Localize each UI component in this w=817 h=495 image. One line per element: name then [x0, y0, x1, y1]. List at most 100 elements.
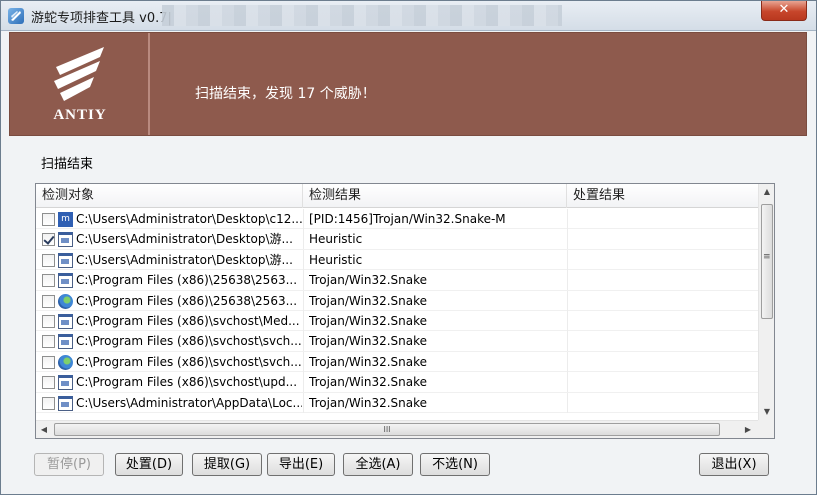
cell-action-result [572, 393, 758, 413]
column-divider [567, 229, 568, 250]
horizontal-scroll-thumb[interactable]: III [54, 423, 720, 436]
horizontal-scrollbar[interactable]: ◀ III ▶ [36, 420, 758, 438]
table-row[interactable]: C:\Program Files (x86)\25638\2563... Troj… [36, 270, 758, 291]
window-title: 游蛇专项排查工具 v0.7| [31, 11, 172, 26]
column-divider [567, 392, 568, 413]
column-divider [567, 290, 568, 311]
row-checkbox[interactable] [42, 233, 55, 247]
scroll-left-icon[interactable]: ◀ [36, 421, 52, 439]
vertical-scroll-thumb[interactable] [761, 204, 773, 319]
cell-detection-result: Trojan/Win32.Snake [309, 354, 428, 369]
scroll-right-icon[interactable]: ▶ [740, 421, 756, 439]
column-divider [303, 351, 304, 372]
row-checkbox[interactable] [42, 253, 55, 267]
row-checkbox[interactable] [42, 376, 55, 390]
handle-button[interactable]: 处置(D) [115, 453, 183, 476]
column-header-object[interactable]: 检测对象 [36, 184, 303, 208]
exe-icon [58, 334, 73, 350]
cell-detection-result: Trojan/Win32.Snake [309, 293, 428, 308]
table-row[interactable]: C:\Users\Administrator\Desktop\游... Heuri… [36, 229, 758, 250]
cell-action-result [572, 352, 758, 372]
cell-object-path: C:\Program Files (x86)\svchost\svch... [76, 354, 302, 369]
results-list[interactable]: 检测对象 检测结果 处置结果 m C:\Users\Administrator\D… [35, 183, 775, 439]
scroll-up-icon[interactable]: ▲ [759, 184, 775, 200]
column-divider [567, 270, 568, 291]
table-row[interactable]: C:\Program Files (x86)\svchost\Med... Tro… [36, 310, 758, 332]
cell-detection-result: Trojan/Win32.Snake [309, 334, 428, 349]
table-row[interactable]: C:\Program Files (x86)\svchost\upd... Tro… [36, 372, 758, 393]
cell-action-result [572, 311, 758, 331]
cell-object-path: C:\Program Files (x86)\svchost\Med... [76, 313, 300, 328]
exe-icon [58, 375, 73, 391]
close-button[interactable]: ✕ [761, 1, 807, 21]
table-row[interactable]: C:\Users\Administrator\AppData\Loc... Tro… [36, 392, 758, 413]
pause-button[interactable]: 暂停(P) [34, 453, 104, 476]
cell-detection-result: Trojan/Win32.Snake [309, 273, 428, 288]
table-row[interactable]: m C:\Users\Administrator\Desktop\c12... [P… [36, 209, 758, 230]
row-checkbox[interactable] [42, 274, 55, 288]
export-button[interactable]: 导出(E) [267, 453, 335, 476]
cell-object-path: C:\Users\Administrator\Desktop\c12... [76, 212, 302, 226]
globe-icon [58, 293, 73, 309]
row-checkbox[interactable] [42, 396, 55, 410]
cell-action-result [572, 291, 758, 311]
main-window: 游蛇专项排查工具 v0.7| ✕ ANTIY 扫描结束，发现 17 个威胁！ 扫… [0, 0, 817, 495]
column-header-action[interactable]: 处置结果 [567, 184, 758, 208]
cell-object-path: C:\Users\Administrator\Desktop\游... [76, 252, 293, 267]
column-divider [303, 249, 304, 270]
cell-detection-result: Trojan/Win32.Snake [309, 395, 428, 410]
logo-text: ANTIY [53, 107, 107, 123]
column-divider [303, 229, 304, 250]
column-divider [303, 310, 304, 331]
extract-button[interactable]: 提取(G) [192, 453, 262, 476]
row-checkbox[interactable] [42, 314, 55, 328]
section-label: 扫描结束 [41, 157, 94, 172]
cell-detection-result: [PID:1456]Trojan/Win32.Snake-M [309, 212, 506, 226]
column-divider [303, 209, 304, 229]
cell-action-result [572, 331, 758, 351]
column-divider [303, 331, 304, 352]
cell-object-path: C:\Program Files (x86)\svchost\upd... [76, 375, 298, 390]
cell-action-result [572, 372, 758, 392]
vertical-scrollbar[interactable]: ▲ ▼ [758, 184, 774, 420]
cell-detection-result: Trojan/Win32.Snake [309, 313, 428, 328]
row-checkbox[interactable] [42, 355, 55, 369]
exe-icon [58, 313, 73, 329]
table-row[interactable]: C:\Program Files (x86)\svchost\svch... Tr… [36, 331, 758, 352]
cell-object-path: C:\Users\Administrator\Desktop\游... [76, 232, 293, 247]
table-row[interactable]: C:\Program Files (x86)\svchost\svch... Tr… [36, 351, 758, 373]
cell-action-result [572, 250, 758, 270]
title-bar[interactable]: 游蛇专项排查工具 v0.7| ✕ [1, 1, 816, 31]
exit-button[interactable]: 退出(X) [699, 453, 769, 476]
redacted-title-region [162, 5, 562, 26]
row-checkbox[interactable] [42, 213, 55, 226]
cell-action-result [572, 270, 758, 290]
column-divider [567, 331, 568, 352]
m-file-icon: m [58, 212, 73, 227]
exe-icon [58, 273, 73, 289]
globe-icon [58, 354, 73, 370]
list-header: 检测对象 检测结果 处置结果 [36, 184, 758, 208]
banner: ANTIY 扫描结束，发现 17 个威胁！ [9, 32, 807, 136]
select-all-button[interactable]: 全选(A) [343, 453, 413, 476]
cell-detection-result: Trojan/Win32.Snake [309, 375, 428, 390]
exe-icon [58, 395, 73, 411]
column-header-result[interactable]: 检测结果 [303, 184, 567, 208]
exe-icon [58, 232, 73, 248]
select-none-button[interactable]: 不选(N) [420, 453, 490, 476]
row-checkbox[interactable] [42, 335, 55, 349]
cell-object-path: C:\Program Files (x86)\svchost\svch... [76, 334, 302, 349]
cell-action-result [572, 229, 758, 249]
cell-detection-result: Heuristic [309, 232, 363, 247]
column-divider [303, 270, 304, 291]
column-divider [567, 372, 568, 393]
table-row[interactable]: C:\Users\Administrator\Desktop\游... Heuri… [36, 249, 758, 271]
column-divider [567, 209, 568, 229]
table-row[interactable]: C:\Program Files (x86)\25638\2563... Troj… [36, 290, 758, 311]
cell-object-path: C:\Users\Administrator\AppData\Loc... [76, 395, 302, 410]
list-rows: m C:\Users\Administrator\Desktop\c12... [P… [36, 209, 758, 419]
column-divider [303, 372, 304, 393]
scroll-down-icon[interactable]: ▼ [759, 404, 775, 420]
row-checkbox[interactable] [42, 294, 55, 308]
cell-detection-result: Heuristic [309, 252, 363, 267]
